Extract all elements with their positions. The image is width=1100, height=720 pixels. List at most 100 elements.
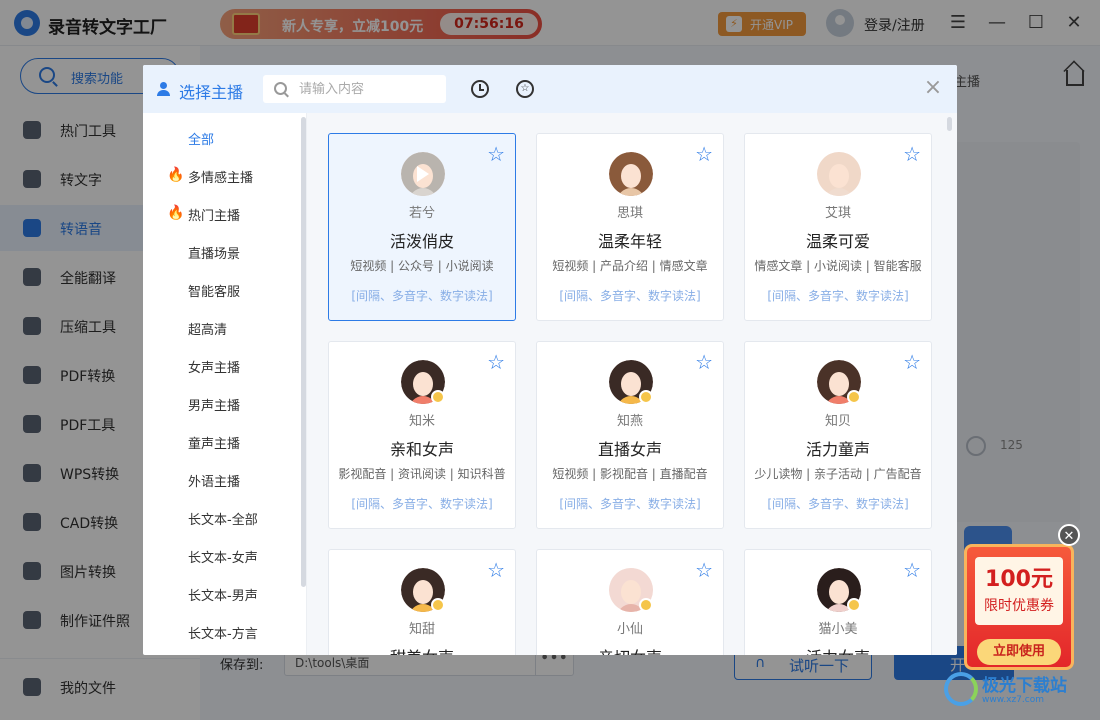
favorite-star-icon[interactable]: ☆ — [487, 144, 505, 164]
category-item[interactable]: 长文本-男声 — [143, 574, 303, 612]
anchor-card[interactable]: ☆ 艾琪 温柔可爱 情感文章 | 小说阅读 | 智能客服 [间隔、多音字、数字读法] — [744, 133, 932, 321]
anchor-card[interactable]: ☆ 知甜甜美女声 — [328, 549, 516, 655]
category-label: 超高清 — [188, 323, 228, 338]
anchor-card[interactable]: ☆ 思琪 温柔年轻 短视频 | 产品介绍 | 情感文章 [间隔、多音字、数字读法] — [536, 133, 724, 321]
anchor-card[interactable]: ☆ 知贝活力童声少儿读物 | 亲子活动 | 广告配音 [间隔、多音字、数字读法] — [744, 341, 932, 529]
favorite-star-icon[interactable]: ☆ — [695, 144, 713, 164]
favorites-icon[interactable]: ☆ — [516, 80, 534, 98]
category-label: 直播场景 — [188, 247, 241, 262]
category-label: 多情感主播 — [188, 171, 254, 186]
avatar-face — [413, 372, 433, 396]
avatar-face — [621, 164, 641, 188]
anchor-avatar[interactable] — [401, 152, 445, 196]
category-item[interactable]: 超高清 — [143, 308, 303, 346]
coupon-use-button[interactable]: 立即使用 — [977, 639, 1061, 665]
watermark-logo-icon — [944, 672, 978, 706]
anchor-features: [间隔、多音字、数字读法] — [767, 497, 909, 511]
anchor-features: [间隔、多音字、数字读法] — [559, 497, 701, 511]
category-item[interactable]: 🔥 多情感主播 — [143, 156, 303, 194]
category-label: 童声主播 — [188, 437, 241, 452]
category-label: 长文本-男声 — [188, 589, 258, 604]
anchor-style: 温柔年轻 — [597, 232, 662, 251]
search-icon — [274, 82, 287, 95]
anchor-name: 艾琪 — [824, 206, 851, 221]
category-label: 长文本-方言 — [188, 627, 258, 642]
dialog-header: 选择主播 ☆ × — [143, 65, 957, 113]
anchor-name: 猫小美 — [818, 622, 858, 637]
category-label: 智能客服 — [188, 285, 241, 300]
anchor-style: 温柔可爱 — [805, 232, 870, 251]
watermark-text: 极光下载站 — [982, 676, 1067, 696]
category-item[interactable]: 长文本-全部 — [143, 498, 303, 536]
anchor-features: [间隔、多音字、数字读法] — [559, 289, 701, 303]
anchor-card[interactable]: ☆ 知米 亲和女声 影视配音 | 资讯阅读 | 知识科普 [间隔、多音字、数字读法] — [328, 341, 516, 529]
category-label: 热门主播 — [188, 209, 241, 224]
anchor-style: 活泼俏皮 — [389, 232, 454, 251]
anchor-style: 活力女声 — [745, 644, 931, 655]
anchor-avatar[interactable] — [609, 152, 653, 196]
anchor-card[interactable]: ☆ 猫小美活力女声 — [744, 549, 932, 655]
user-icon — [157, 82, 171, 96]
category-item[interactable]: 直播场景 — [143, 232, 303, 270]
coupon-amount: 100元 — [985, 567, 1053, 592]
category-item[interactable]: 长文本-方言 — [143, 612, 303, 650]
category-item[interactable]: 智能客服 — [143, 270, 303, 308]
anchor-name: 知贝 — [824, 414, 851, 429]
category-label: 长文本-全部 — [188, 513, 258, 528]
avatar-face — [621, 372, 641, 396]
category-item[interactable]: 长文本-女声 — [143, 536, 303, 574]
favorite-star-icon[interactable]: ☆ — [903, 352, 921, 372]
category-item[interactable]: 外语主播 — [143, 460, 303, 498]
category-item[interactable]: 女声主播 — [143, 346, 303, 384]
category-item[interactable]: 男声主播 — [143, 384, 303, 422]
anchor-style: 亲切女声 — [537, 644, 723, 655]
select-anchor-dialog: 选择主播 ☆ × 全部🔥多情感主播🔥热门主播直播场景智能客服超高清女声主播男声主… — [143, 65, 957, 655]
anchor-card[interactable]: ☆ 小仙亲切女声 — [536, 549, 724, 655]
anchor-tags: 短视频 | 影视配音 | 直播配音 — [552, 467, 708, 481]
coupon-close-button[interactable]: ✕ — [1058, 524, 1080, 546]
anchor-tags: 短视频 | 产品介绍 | 情感文章 — [552, 259, 708, 273]
category-item[interactable]: 童声主播 — [143, 422, 303, 460]
vip-badge-icon — [639, 598, 653, 612]
anchor-search-input[interactable] — [299, 79, 439, 99]
category-item[interactable]: 🔥 热门主播 — [143, 194, 303, 232]
anchor-card[interactable]: ☆ 若兮 活泼俏皮 短视频 | 公众号 | 小说阅读 [间隔、多音字、数字读法] — [328, 133, 516, 321]
favorite-star-icon[interactable]: ☆ — [487, 560, 505, 580]
favorite-star-icon[interactable]: ☆ — [487, 352, 505, 372]
grid-scrollbar[interactable] — [947, 117, 952, 131]
favorite-star-icon[interactable]: ☆ — [903, 144, 921, 164]
history-icon[interactable] — [471, 80, 489, 98]
anchor-avatar[interactable] — [817, 152, 861, 196]
vip-badge-icon — [639, 390, 653, 404]
favorite-star-icon[interactable]: ☆ — [695, 352, 713, 372]
fire-icon: 🔥 — [167, 167, 185, 183]
category-item[interactable]: 全部 — [143, 118, 303, 156]
coupon-popup[interactable]: 100元 限时优惠券 立即使用 — [964, 544, 1074, 670]
avatar-face — [829, 372, 849, 396]
favorite-star-icon[interactable]: ☆ — [695, 560, 713, 580]
coupon-subtitle: 限时优惠券 — [984, 598, 1054, 614]
anchor-name: 知燕 — [616, 414, 643, 429]
watermark-url: www.xz7.com — [982, 695, 1044, 705]
avatar-face — [413, 580, 433, 604]
category-list: 全部 🔥 多情感主播 🔥 热门主播 直播场景 智能客服 超高清 女声主播 男声主播 童声主播 外语主播… — [143, 113, 305, 655]
anchor-name: 知米 — [408, 414, 435, 429]
anchor-tags: 少儿读物 | 亲子活动 | 广告配音 — [754, 467, 922, 481]
favorite-star-icon[interactable]: ☆ — [903, 560, 921, 580]
dialog-title: 选择主播 — [179, 83, 244, 102]
anchor-card[interactable]: ☆ 知燕 直播女声 短视频 | 影视配音 | 直播配音 [间隔、多音字、数字读法] — [536, 341, 724, 529]
anchor-features: [间隔、多音字、数字读法] — [351, 289, 493, 303]
category-label: 外语主播 — [188, 475, 241, 490]
anchor-name: 若兮 — [408, 206, 435, 221]
play-icon[interactable] — [417, 166, 429, 182]
avatar-face — [621, 580, 641, 604]
anchor-style: 甜美女声 — [329, 644, 515, 655]
dialog-close-button[interactable]: × — [922, 77, 944, 99]
vip-badge-icon — [847, 390, 861, 404]
anchor-grid: ☆ 若兮 活泼俏皮 短视频 | 公众号 | 小说阅读 [间隔、多音字、数字读法] ☆ 思琪温… — [307, 113, 957, 655]
category-label: 女声主播 — [188, 361, 241, 376]
category-label: 长文本-女声 — [188, 551, 258, 566]
avatar-face — [829, 164, 849, 188]
anchor-features: [间隔、多音字、数字读法] — [351, 497, 493, 511]
anchor-style: 活力童声 — [805, 440, 870, 459]
